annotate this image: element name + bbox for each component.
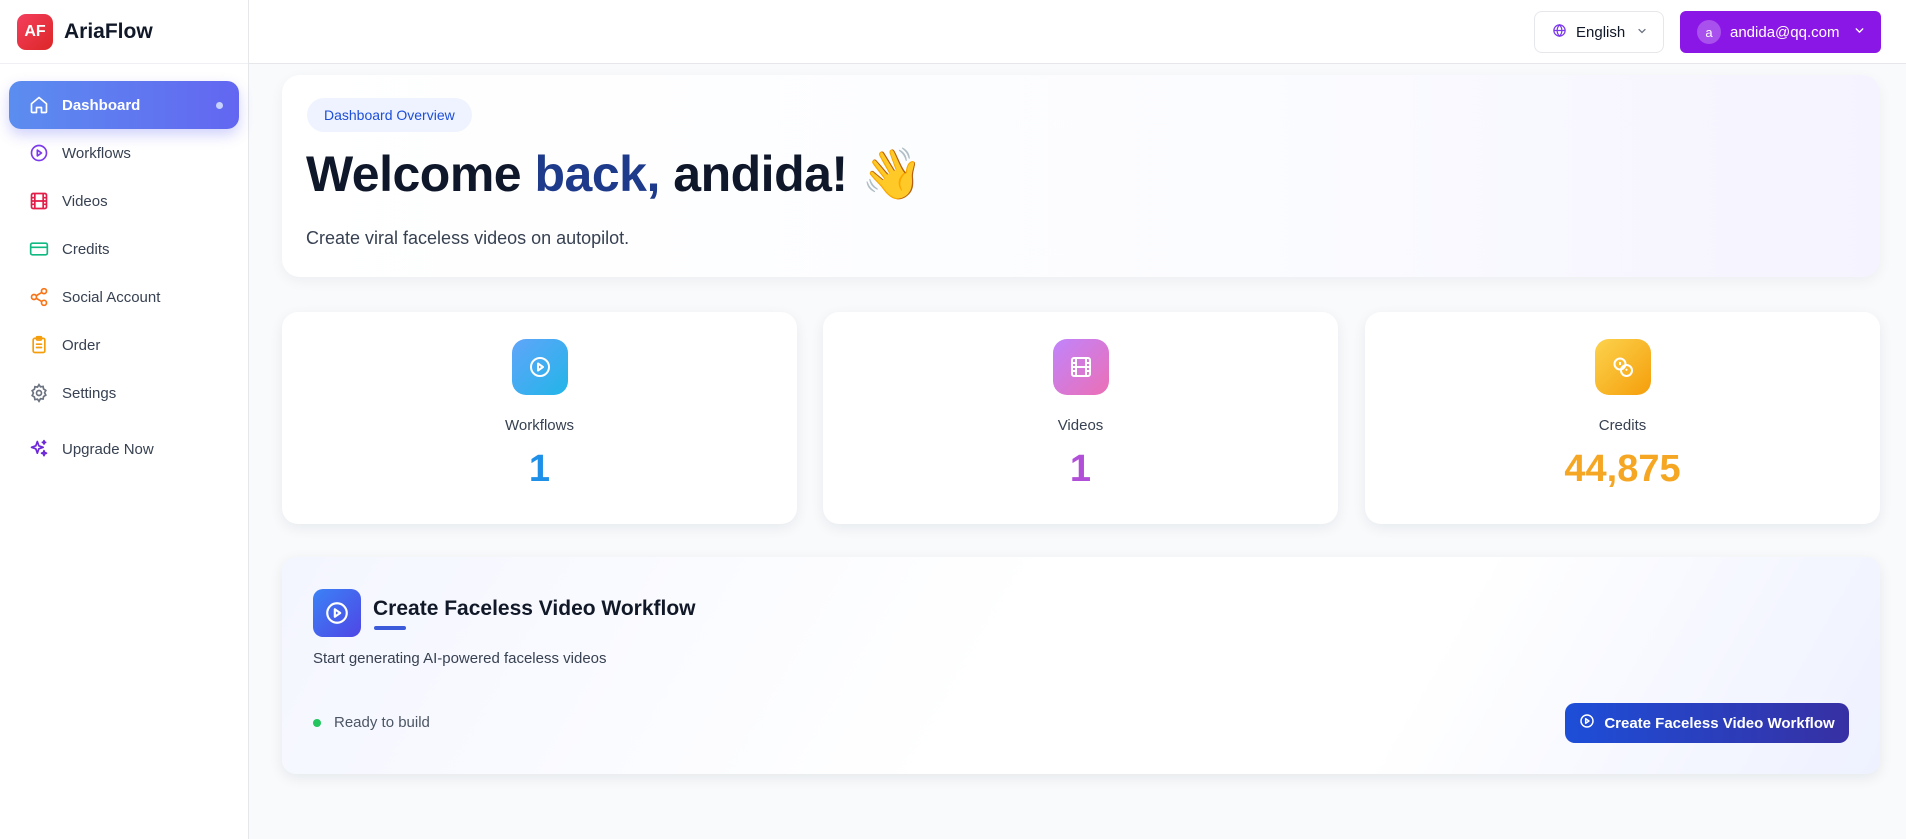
stat-value: 1 [1069, 448, 1092, 490]
dashboard-overview-badge: Dashboard Overview [307, 98, 472, 132]
create-workflow-subtitle: Start generating AI-powered faceless vid… [313, 650, 607, 667]
sidebar-item-upgrade-now[interactable]: Upgrade Now [9, 425, 239, 473]
sidebar-item-label: Social Account [62, 288, 161, 306]
sidebar-item-dashboard[interactable]: Dashboard [9, 81, 239, 129]
welcome-hero: Dashboard Overview Welcome back, andida!… [282, 75, 1880, 277]
sidebar-nav: Dashboard Workflows Videos Credits Socia… [0, 64, 248, 490]
play-circle-icon [1579, 713, 1595, 733]
welcome-subtitle: Create viral faceless videos on autopilo… [306, 228, 630, 248]
sidebar-item-settings[interactable]: Settings [9, 369, 239, 417]
stat-card-videos[interactable]: Videos 1 [823, 312, 1338, 524]
sidebar-item-label: Settings [62, 384, 117, 402]
sidebar-item-social-account[interactable]: Social Account [9, 273, 239, 321]
status-indicator: Ready to build [313, 714, 430, 731]
film-icon [1052, 339, 1109, 395]
sidebar-item-order[interactable]: Order [9, 321, 239, 369]
stat-label: Workflows [505, 417, 574, 434]
user-menu-button[interactable]: a andida@qq.com [1680, 11, 1881, 53]
sidebar-item-label: Credits [62, 240, 110, 258]
welcome-heading: Welcome back, andida! 👋 [306, 145, 923, 204]
status-text: Ready to build [334, 714, 430, 731]
sidebar-item-credits[interactable]: Credits [9, 225, 239, 273]
brand-logo: AF [17, 13, 53, 50]
sidebar-item-label: Workflows [62, 144, 131, 162]
heading-part-welcome: Welcome [306, 146, 522, 202]
sidebar-item-label: Order [62, 336, 101, 354]
clipboard-icon [29, 335, 49, 355]
coins-icon [1594, 339, 1651, 395]
chevron-down-icon [1636, 24, 1648, 41]
sidebar: AF AriaFlow Dashboard Workflows Videos C… [0, 0, 249, 839]
button-label: Create Faceless Video Workflow [1604, 714, 1835, 732]
play-circle-icon [313, 589, 361, 637]
heading-part-username: andida! 👋 [673, 146, 923, 202]
language-selector[interactable]: English [1534, 11, 1664, 53]
stat-value: 44,875 [1564, 448, 1681, 490]
share-icon [29, 287, 49, 307]
credit-card-icon [29, 239, 49, 259]
stat-card-credits[interactable]: Credits 44,875 [1365, 312, 1880, 524]
sidebar-item-label: Dashboard [62, 96, 141, 114]
create-workflow-title: Create Faceless Video Workflow [373, 597, 696, 620]
active-indicator-dot [216, 101, 223, 109]
brand-name: AriaFlow [64, 19, 153, 43]
sparkles-icon [29, 439, 49, 459]
heading-part-back: back, [534, 146, 661, 202]
stat-card-workflows[interactable]: Workflows 1 [282, 312, 797, 524]
globe-icon [1552, 23, 1567, 42]
sidebar-item-workflows[interactable]: Workflows [9, 129, 239, 177]
film-icon [29, 191, 49, 211]
stat-value: 1 [528, 448, 551, 490]
create-workflow-button[interactable]: Create Faceless Video Workflow [1565, 703, 1849, 743]
gear-icon [29, 383, 49, 403]
chevron-down-icon [1853, 24, 1866, 41]
stat-label: Videos [1057, 417, 1104, 434]
stat-label: Credits [1598, 417, 1647, 434]
nav-separator [9, 417, 239, 425]
title-underline [374, 626, 406, 630]
user-email: andida@qq.com [1730, 23, 1840, 41]
top-header: English a andida@qq.com [249, 0, 1906, 64]
sidebar-item-label: Upgrade Now [62, 440, 154, 458]
play-circle-icon [29, 143, 49, 163]
language-label: English [1576, 23, 1626, 41]
play-circle-icon [511, 339, 568, 395]
avatar: a [1697, 20, 1721, 44]
status-dot [313, 718, 321, 727]
brand[interactable]: AF AriaFlow [0, 0, 248, 64]
sidebar-item-videos[interactable]: Videos [9, 177, 239, 225]
sidebar-item-label: Videos [62, 192, 108, 210]
create-workflow-card: Create Faceless Video Workflow Start gen… [282, 557, 1880, 774]
home-icon [29, 95, 49, 115]
